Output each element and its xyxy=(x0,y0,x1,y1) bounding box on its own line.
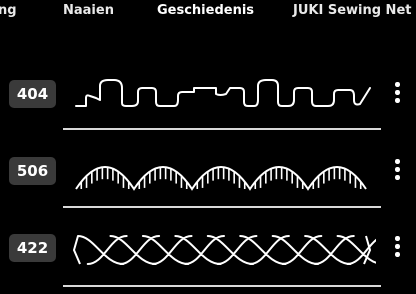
divider xyxy=(63,128,381,130)
tab-previous-partial[interactable]: ng xyxy=(0,2,17,20)
tab-juki-sewing-net[interactable]: JUKI Sewing Net xyxy=(293,2,411,20)
more-vertical-icon[interactable] xyxy=(393,233,401,261)
stitch-number-badge: 404 xyxy=(9,80,56,108)
history-item[interactable]: 404 xyxy=(0,66,416,126)
more-vertical-icon[interactable] xyxy=(393,79,401,107)
scallop-satin-stitch-icon xyxy=(70,147,376,195)
stitch-number-badge: 506 xyxy=(9,157,56,185)
history-item[interactable]: 422 xyxy=(0,220,416,280)
divider xyxy=(63,285,381,287)
tab-history[interactable]: Geschiedenis xyxy=(157,2,254,20)
stitch-number-badge: 422 xyxy=(9,234,56,262)
history-item[interactable]: 506 xyxy=(0,143,416,203)
more-vertical-icon[interactable] xyxy=(393,156,401,184)
sewing-machine-screen: ng Naaien Geschiedenis JUKI Sewing Net 4… xyxy=(0,0,416,294)
square-wave-stitch-icon xyxy=(70,70,376,118)
tab-bar: ng Naaien Geschiedenis JUKI Sewing Net xyxy=(0,0,416,28)
divider xyxy=(63,206,381,208)
tab-sew[interactable]: Naaien xyxy=(63,2,114,20)
rope-twist-stitch-icon xyxy=(70,224,376,272)
